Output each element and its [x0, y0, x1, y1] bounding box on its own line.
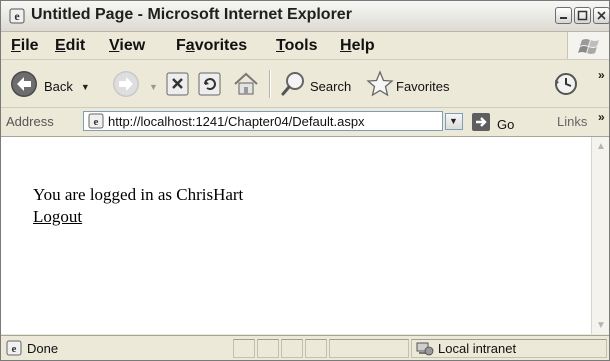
windows-flag-logo [567, 32, 609, 59]
favorites-label: Favorites [396, 79, 450, 94]
svg-text:e: e [14, 9, 20, 23]
search-icon [279, 70, 307, 103]
toolbar-separator [269, 70, 271, 98]
forward-dropdown-icon[interactable]: ▼ [149, 82, 158, 92]
back-button[interactable]: Back ▼ [9, 69, 90, 104]
menu-tools[interactable]: Tools [276, 37, 317, 55]
svg-text:e: e [12, 343, 17, 355]
toolbar-overflow-chevron[interactable]: » [598, 68, 605, 82]
status-pane [281, 339, 303, 358]
scroll-up-icon[interactable]: ▲ [593, 138, 609, 154]
minimize-button[interactable] [555, 7, 572, 24]
menu-file[interactable]: File [11, 37, 39, 55]
forward-button[interactable]: ▼ [111, 69, 158, 104]
address-bar: Address e http://localhost:1241/Chapter0… [1, 108, 609, 137]
history-icon [552, 70, 580, 103]
stop-icon [165, 71, 191, 102]
dropdown-arrow-icon: ▼ [449, 116, 458, 126]
menu-bar: File Edit View Favorites Tools Help [1, 32, 609, 60]
menu-favorites[interactable]: Favorites [176, 37, 247, 55]
home-icon [231, 69, 261, 104]
status-pane [305, 339, 327, 358]
favorites-button[interactable]: Favorites [366, 70, 449, 103]
scroll-down-icon[interactable]: ▼ [593, 317, 609, 333]
close-button[interactable] [593, 7, 609, 24]
home-button[interactable] [231, 69, 261, 104]
go-button[interactable]: Go [471, 112, 514, 137]
address-input[interactable]: e http://localhost:1241/Chapter04/Defaul… [83, 111, 443, 131]
stop-button[interactable] [165, 71, 191, 102]
address-url: http://localhost:1241/Chapter04/Default.… [108, 114, 365, 129]
links-label[interactable]: Links [557, 114, 587, 129]
menu-help[interactable]: Help [340, 37, 375, 55]
menu-view[interactable]: View [109, 37, 145, 55]
vertical-scrollbar[interactable]: ▲ ▼ [591, 137, 609, 334]
refresh-button[interactable] [197, 71, 223, 102]
status-bar: e Done Local intranet [1, 335, 609, 360]
status-pane [257, 339, 279, 358]
back-arrow-icon [9, 69, 39, 104]
status-pane [233, 339, 255, 358]
logout-link[interactable]: Logout [33, 207, 82, 227]
search-label: Search [310, 79, 352, 94]
back-label: Back [44, 79, 73, 94]
ie-logo-icon: e [9, 8, 25, 24]
search-button[interactable]: Search [279, 70, 351, 103]
intranet-globe-icon [416, 341, 434, 360]
go-arrow-icon [471, 112, 491, 137]
page-content: You are logged in as ChrisHart Logout [1, 137, 591, 334]
history-button[interactable] [552, 70, 580, 103]
go-label: Go [497, 117, 515, 132]
refresh-icon [197, 71, 223, 102]
address-dropdown-button[interactable]: ▼ [445, 113, 463, 130]
address-label: Address [6, 114, 54, 129]
page-done-icon: e [6, 340, 22, 360]
zone-text: Local intranet [438, 341, 517, 356]
status-pane [329, 339, 409, 358]
title-bar: e Untitled Page - Microsoft Internet Exp… [1, 1, 609, 32]
back-dropdown-icon[interactable]: ▼ [81, 82, 90, 92]
logged-in-message: You are logged in as ChrisHart [33, 185, 244, 204]
toolbar: Back ▼ ▼ Search Favorites » [1, 60, 609, 108]
window-title: Untitled Page - Microsoft Internet Explo… [31, 6, 352, 23]
svg-text:e: e [94, 116, 99, 128]
status-text: Done [27, 341, 59, 356]
maximize-button[interactable] [574, 7, 591, 24]
menu-edit[interactable]: Edit [55, 37, 85, 55]
page-icon: e [88, 113, 104, 134]
ie-window: e Untitled Page - Microsoft Internet Exp… [0, 0, 610, 361]
star-icon [366, 70, 394, 103]
forward-arrow-icon [111, 69, 141, 104]
zone-pane: Local intranet [411, 339, 607, 358]
links-overflow-chevron[interactable]: » [598, 110, 605, 124]
